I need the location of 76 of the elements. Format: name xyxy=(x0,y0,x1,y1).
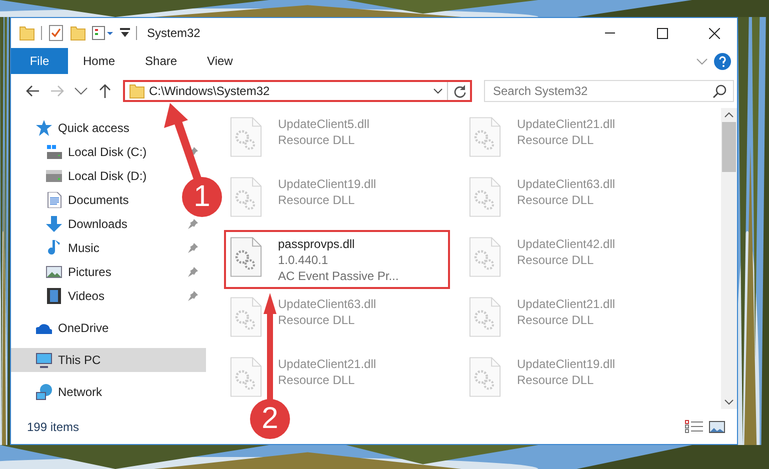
chevron-icon[interactable] xyxy=(696,58,708,64)
computer-icon xyxy=(36,352,52,368)
ribbon-tab[interactable]: Share xyxy=(130,48,192,74)
star-icon xyxy=(36,120,52,136)
file-detail: 1.0.440.1 xyxy=(278,252,330,268)
nav-item[interactable]: Videos xyxy=(11,284,206,308)
nav-item[interactable]: Documents xyxy=(11,188,135,212)
ribbon-tab[interactable]: Home xyxy=(68,48,130,74)
file-menu-button[interactable]: File xyxy=(11,48,68,74)
nav-item[interactable]: OneDrive xyxy=(11,316,115,340)
file-name: UpdateClient19.dll xyxy=(278,176,376,192)
nav-item[interactable]: Pictures xyxy=(11,260,206,284)
pin-icon[interactable] xyxy=(188,243,198,253)
file-detail: Resource DLL xyxy=(517,132,595,148)
nav-item[interactable]: This PC xyxy=(11,348,206,372)
refresh-icon[interactable] xyxy=(452,84,466,98)
drive-icon xyxy=(46,144,62,160)
drive-icon xyxy=(46,168,62,184)
properties-icon[interactable] xyxy=(92,25,114,41)
search-field[interactable]: Search System32 xyxy=(484,80,734,102)
back-icon[interactable] xyxy=(25,83,41,99)
nav-item[interactable]: Network xyxy=(11,380,108,404)
pin-icon[interactable] xyxy=(188,267,198,277)
download-icon xyxy=(46,216,62,232)
ribbon-tab[interactable]: View xyxy=(192,48,248,74)
forward-icon[interactable] xyxy=(49,83,65,99)
file-name: UpdateClient42.dll xyxy=(517,236,616,252)
file-name: UpdateClient63.dll xyxy=(278,296,376,312)
file-detail: Resource DLL xyxy=(278,192,356,208)
folder-icon[interactable] xyxy=(70,25,86,41)
scroll-down-icon[interactable] xyxy=(724,399,734,405)
document-icon xyxy=(46,192,62,208)
nav-item[interactable]: Local Disk (C:) xyxy=(11,140,206,164)
file-detail: Resource DLL xyxy=(517,312,595,328)
folder-icon xyxy=(129,83,145,99)
file-detail: Resource DLL xyxy=(278,132,356,148)
help-icon[interactable] xyxy=(714,52,731,70)
customize-icon[interactable] xyxy=(120,27,130,39)
item-count: 199 items xyxy=(27,420,80,434)
file-name: passprovps.dll xyxy=(278,236,356,252)
file-detail: Resource DLL xyxy=(517,252,595,268)
details-view-icon[interactable] xyxy=(685,420,703,433)
folder-icon[interactable] xyxy=(19,25,35,41)
file-name: UpdateClient5.dll xyxy=(278,116,370,132)
file-detail: Resource DLL xyxy=(278,312,356,328)
film-icon xyxy=(46,288,62,304)
search-icon[interactable] xyxy=(713,84,727,98)
gear-file-icon xyxy=(230,236,262,278)
pin-icon[interactable] xyxy=(188,291,198,301)
nav-item[interactable]: Quick access xyxy=(11,116,136,140)
scroll-up-icon[interactable] xyxy=(724,112,734,118)
checklist-icon[interactable] xyxy=(48,25,64,41)
file-name: UpdateClient21.dll xyxy=(278,356,376,372)
file-name: UpdateClient19.dll xyxy=(517,356,616,372)
file-name: UpdateClient21.dll xyxy=(517,296,616,312)
music-note-icon xyxy=(46,240,62,256)
file-name: UpdateClient63.dll xyxy=(517,176,616,192)
pin-icon[interactable] xyxy=(188,219,198,229)
nav-item[interactable]: Music xyxy=(11,236,206,260)
file-name: UpdateClient21.dll xyxy=(517,116,616,132)
file-detail: Resource DLL xyxy=(517,192,595,208)
network-icon xyxy=(36,384,52,400)
file-description: AC Event Passive Pr... xyxy=(278,268,399,284)
picture-icon xyxy=(46,264,62,280)
up-icon[interactable] xyxy=(97,83,113,99)
file-detail: Resource DLL xyxy=(278,372,356,388)
address-field[interactable]: C:\Windows\System32 xyxy=(123,80,472,102)
close-button[interactable] xyxy=(708,28,720,38)
file-detail: Resource DLL xyxy=(517,372,595,388)
dropdown-icon[interactable] xyxy=(433,88,443,94)
maximize-button[interactable] xyxy=(656,28,668,38)
large-icons-view-icon[interactable] xyxy=(709,420,725,432)
file-item[interactable]: passprovps.dll 1.0.440.1 AC Event Passive Pr... xyxy=(224,230,450,289)
scrollbar-thumb[interactable] xyxy=(722,122,736,172)
nav-item[interactable]: Local Disk (D:) xyxy=(11,164,153,188)
window-title: System32 xyxy=(147,26,202,40)
